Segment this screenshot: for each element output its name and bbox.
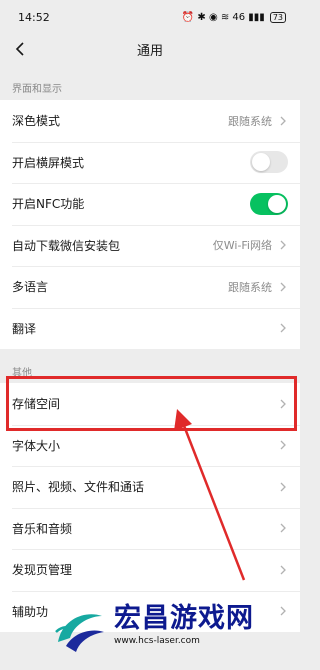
chevron-right-icon [278, 481, 288, 493]
row-label: 开启横屏模式 [12, 155, 85, 170]
toggle-knob [268, 194, 286, 213]
page-title: 通用 [136, 43, 163, 59]
row-value: 跟随系统 [228, 280, 272, 294]
toggle-knob [252, 153, 270, 172]
landscape-toggle[interactable] [250, 151, 288, 174]
row-media-files[interactable]: 照片、视频、文件和通话 [0, 466, 300, 508]
status-icons: ⏰ ✱ ◉ ≋ 46 ▮▮▮ 73 [181, 11, 286, 23]
chevron-right-icon [278, 322, 288, 334]
navigation-header: 通用 [0, 34, 300, 64]
row-label: 辅助功 [12, 604, 49, 619]
watermark: 宏昌游戏网 www.hcs-laser.com [52, 598, 292, 668]
back-button[interactable] [10, 37, 30, 61]
chevron-right-icon [278, 398, 288, 410]
row-dark-mode[interactable]: 深色模式 跟随系统 [0, 100, 300, 142]
row-label: 照片、视频、文件和通话 [12, 480, 145, 495]
row-landscape-mode: 开启横屏模式 [0, 141, 300, 184]
watermark-title: 宏昌游戏网 [114, 603, 254, 634]
row-label: 开启NFC功能 [12, 197, 85, 212]
row-translate[interactable]: 翻译 [0, 307, 300, 350]
row-label: 多语言 [12, 280, 49, 295]
section-label-other: 其他 [12, 368, 32, 379]
row-label: 发现页管理 [12, 563, 73, 578]
status-bar: 14:52 ⏰ ✱ ◉ ≋ 46 ▮▮▮ 73 [0, 0, 300, 34]
row-nfc: 开启NFC功能 [0, 183, 300, 225]
chevron-right-icon [278, 439, 288, 451]
back-arrow-icon [15, 42, 24, 56]
row-auto-download[interactable]: 自动下载微信安装包 仅Wi-Fi网络 [0, 224, 300, 267]
chevron-right-icon [278, 239, 288, 251]
row-discover-manage[interactable]: 发现页管理 [0, 549, 300, 591]
row-label: 自动下载微信安装包 [12, 238, 121, 253]
row-storage[interactable]: 存储空间 [0, 383, 300, 425]
row-value: 仅Wi-Fi网络 [212, 239, 272, 253]
battery-icon: 73 [269, 11, 286, 23]
row-label: 音乐和音频 [12, 521, 73, 536]
row-label: 存储空间 [12, 397, 61, 412]
settings-group-other: 存储空间 字体大小 照片、视频、文件和通话 音乐和音频 发现页管理 辅助功 [0, 383, 300, 632]
chevron-right-icon [278, 115, 288, 127]
row-language[interactable]: 多语言 跟随系统 [0, 266, 300, 308]
row-label: 深色模式 [12, 114, 61, 129]
row-font-size[interactable]: 字体大小 [0, 424, 300, 467]
status-time: 14:52 [18, 10, 50, 24]
settings-group-display: 深色模式 跟随系统 开启横屏模式 开启NFC功能 自动下载微信安装包 仅Wi-F… [0, 100, 300, 349]
row-label: 翻译 [12, 321, 37, 336]
watermark-logo-icon [55, 614, 104, 652]
section-label-display: 界面和显示 [12, 84, 62, 95]
status-indicators-icon: ⏰ ✱ ◉ ≋ 46 ▮▮▮ [181, 11, 265, 23]
row-value: 跟随系统 [228, 114, 272, 128]
row-music-audio[interactable]: 音乐和音频 [0, 507, 300, 550]
chevron-right-icon [278, 281, 288, 293]
nfc-toggle[interactable] [250, 192, 288, 215]
row-label: 字体大小 [12, 438, 61, 453]
watermark-text: 宏昌游戏网 www.hcs-laser.com [114, 603, 254, 647]
chevron-right-icon [278, 522, 288, 534]
chevron-right-icon [278, 564, 288, 576]
watermark-url: www.hcs-laser.com [114, 636, 200, 646]
